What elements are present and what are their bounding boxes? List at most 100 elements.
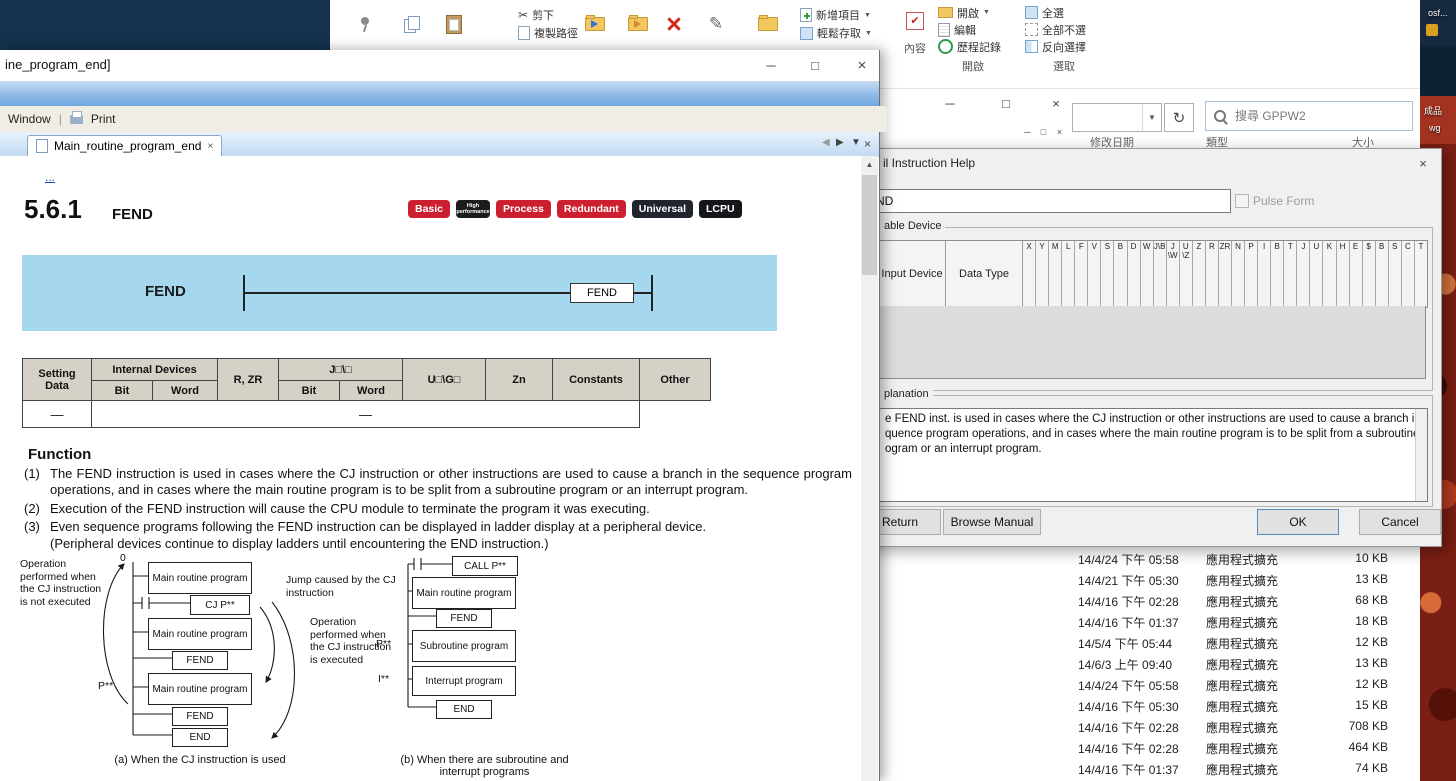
bg-window-close-button[interactable]: × <box>1042 92 1070 114</box>
browse-manual-button[interactable]: Browse Manual <box>943 509 1041 535</box>
minimize-button[interactable]: ─ <box>757 54 785 76</box>
explanation-group: planation e FEND inst. is used in cases … <box>871 395 1433 507</box>
new-folder-button[interactable] <box>748 5 788 43</box>
file-row[interactable]: 14/4/24 下午 05:58 應用程式擴充 12 KB <box>1072 674 1390 695</box>
instruction-name-field[interactable]: ND <box>871 189 1231 213</box>
desktop-icon-label-top[interactable]: osf... <box>1428 8 1448 18</box>
input-device-header: Input Device <box>879 241 946 307</box>
device-column-header: X <box>1023 241 1036 307</box>
select-all-icon <box>1025 6 1038 19</box>
file-row[interactable]: 14/4/16 下午 02:28 應用程式擴充 68 KB <box>1072 590 1390 611</box>
vertical-scrollbar[interactable]: ▲ <box>861 156 878 781</box>
paste-button[interactable] <box>436 6 472 42</box>
file-row[interactable]: 14/4/16 下午 02:28 應用程式擴充 464 KB <box>1072 737 1390 758</box>
child-window-close-button[interactable]: × <box>1052 125 1067 138</box>
ok-button[interactable]: OK <box>1257 509 1339 535</box>
dialog-close-button[interactable]: × <box>1411 153 1435 173</box>
tab-scroll-right-icon[interactable]: ▶ <box>836 137 844 148</box>
refresh-button[interactable]: ↻ <box>1164 103 1194 132</box>
pulse-form-checkbox[interactable] <box>1235 194 1249 208</box>
copy-to-button[interactable] <box>618 5 658 43</box>
close-button[interactable]: × <box>848 54 876 76</box>
cut-label: 剪下 <box>532 7 554 23</box>
file-type: 應用程式擴充 <box>1206 740 1278 757</box>
help-window-title: ine_program_end] <box>5 57 111 72</box>
menu-print[interactable]: Print <box>91 112 116 126</box>
tab-list-icon[interactable]: ▼ <box>851 137 861 148</box>
cut-button[interactable]: ✂ 剪下 <box>518 7 554 23</box>
easy-access-icon <box>800 27 813 40</box>
pin-to-quick-access-button[interactable] <box>346 6 384 42</box>
file-row[interactable]: 14/4/16 下午 01:37 應用程式擴充 18 KB <box>1072 611 1390 632</box>
explanation-line: e FEND inst. is used in cases where the … <box>885 412 1421 427</box>
desktop-icon-label-mid[interactable]: 成品 <box>1424 104 1442 117</box>
explanation-scrollbar[interactable] <box>1415 409 1427 501</box>
copy-path-button[interactable]: 複製路徑 <box>518 25 578 41</box>
device-column-header: S <box>1101 241 1114 307</box>
cancel-button[interactable]: Cancel <box>1359 509 1441 535</box>
file-row[interactable]: 14/6/3 上午 09:40 應用程式擴充 13 KB <box>1072 653 1390 674</box>
new-item-button[interactable]: 新增項目 ▼ <box>800 7 871 23</box>
open-button[interactable]: 開啟 ▼ <box>938 5 990 20</box>
dropdown-icon: ▼ <box>864 12 871 19</box>
ellipsis-link[interactable]: ... <box>45 170 55 184</box>
dropdown-icon: ▼ <box>983 9 990 16</box>
file-type: 應用程式擴充 <box>1206 719 1278 736</box>
section-title: FEND <box>112 206 153 223</box>
file-row[interactable]: 14/4/21 下午 05:30 應用程式擴充 13 KB <box>1072 569 1390 590</box>
select-all-button[interactable]: 全選 <box>1025 5 1064 20</box>
delete-button[interactable]: × <box>655 5 693 43</box>
menu-window[interactable]: Window <box>8 112 51 126</box>
device-column-header: R <box>1206 241 1219 307</box>
file-row[interactable]: 14/4/16 下午 05:30 應用程式擴充 15 KB <box>1072 695 1390 716</box>
device-column-header: F <box>1075 241 1088 307</box>
device-column-header: Y <box>1036 241 1049 307</box>
file-row[interactable]: 14/4/16 下午 02:28 應用程式擴充 708 KB <box>1072 716 1390 737</box>
maximize-button[interactable]: □ <box>801 54 829 76</box>
properties-button[interactable]: ✔ <box>895 4 935 38</box>
tab-main-routine-program-end[interactable]: Main_routine_program_end × <box>27 135 222 156</box>
edit-button[interactable]: 編輯 <box>938 22 976 37</box>
section-number: 5.6.1 <box>24 194 82 225</box>
child-window-restore-button[interactable]: □ <box>1036 125 1051 138</box>
search-box[interactable] <box>1205 101 1413 131</box>
select-all-label: 全選 <box>1042 5 1064 21</box>
instruction-name: FEND <box>145 283 186 300</box>
easy-access-button[interactable]: 輕鬆存取 ▼ <box>800 25 872 41</box>
tab-scroll-left-icon[interactable]: ◀ <box>822 137 830 148</box>
desktop-icon-label-mid2[interactable]: wg <box>1429 123 1441 133</box>
device-columns: XYMLFVSBDWJ\BJ\WU\ZZRZRNPIBTJUKHE$BSCT <box>1023 241 1427 307</box>
tab-close-icon[interactable]: × <box>207 141 213 152</box>
move-to-button[interactable] <box>575 5 615 43</box>
child-window-minimize-button[interactable]: ─ <box>1020 125 1035 138</box>
file-type: 應用程式擴充 <box>1206 677 1278 694</box>
explanation-line: quence program operations, and in cases … <box>885 427 1421 442</box>
file-type: 應用程式擴充 <box>1206 572 1278 589</box>
file-list: 14/4/24 下午 05:58 應用程式擴充 10 KB 14/4/21 下午… <box>1072 548 1390 779</box>
instruction-format-panel: FEND FEND <box>22 255 777 331</box>
file-row[interactable]: 14/5/4 下午 05:44 應用程式擴充 12 KB <box>1072 632 1390 653</box>
select-none-button[interactable]: 全部不選 <box>1025 22 1086 37</box>
chevron-down-icon[interactable]: ▼ <box>1142 104 1161 131</box>
desktop-icon[interactable] <box>1426 24 1438 36</box>
scroll-up-icon[interactable]: ▲ <box>861 156 878 173</box>
bg-window-minimize-button[interactable]: ─ <box>936 92 964 114</box>
file-row[interactable]: 14/4/16 下午 01:37 應用程式擴充 74 KB <box>1072 758 1390 779</box>
usable-device-group: able Device Input Device Data Type XYMLF… <box>871 227 1433 391</box>
search-input[interactable] <box>1233 108 1387 124</box>
file-row[interactable]: 14/4/24 下午 05:58 應用程式擴充 10 KB <box>1072 548 1390 569</box>
fend-box-b: FEND <box>436 609 492 628</box>
file-size: 68 KB <box>1318 593 1388 607</box>
dropdown-icon: ▼ <box>865 30 872 37</box>
subroutine-box: Subroutine program <box>412 630 516 662</box>
bg-window-maximize-button[interactable]: □ <box>992 92 1020 114</box>
function-heading: Function <box>28 446 91 463</box>
scrollbar-thumb[interactable] <box>862 175 877 275</box>
rename-button[interactable]: ✎ <box>696 5 736 43</box>
tab-bar-close-icon[interactable]: × <box>864 137 871 151</box>
history-button[interactable]: 歷程記錄 <box>938 39 1001 54</box>
help-window-titlebar[interactable]: ine_program_end] <box>0 50 879 80</box>
address-combo[interactable]: ▼ <box>1072 103 1162 132</box>
invert-selection-button[interactable]: 反向選擇 <box>1025 39 1086 54</box>
copy-button[interactable] <box>394 6 430 42</box>
